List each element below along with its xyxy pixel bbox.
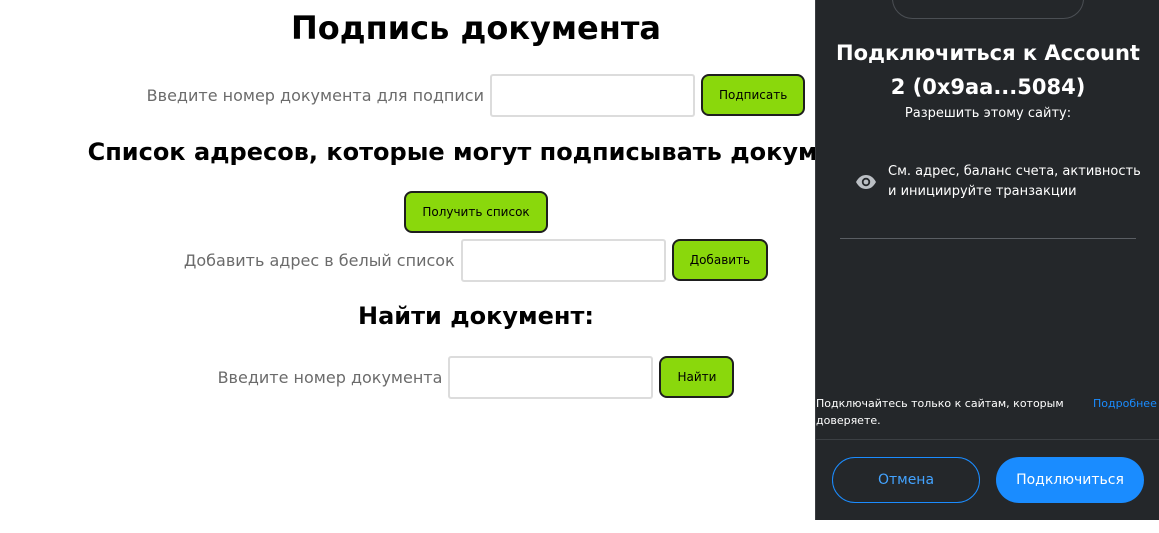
- connect-title: Подключиться к Account 2 (0x9aa...5084): [816, 36, 1159, 104]
- divider: [840, 238, 1136, 239]
- sign-button[interactable]: Подписать: [700, 74, 806, 116]
- dapp-page: Подпись документа Введите номер документ…: [0, 0, 815, 533]
- add-button[interactable]: Добавить: [671, 239, 769, 281]
- sign-row: Введите номер документа для подписи Подп…: [0, 73, 815, 117]
- learn-more-link[interactable]: Подробнее: [1093, 395, 1157, 412]
- permissions-subtitle: Разрешить этому сайту:: [904, 106, 1072, 121]
- find-document-heading: Найти документ:: [358, 302, 594, 330]
- add-address-label: Добавить адрес в белый список: [183, 250, 455, 270]
- find-button[interactable]: Найти: [659, 356, 735, 398]
- find-label: Введите номер документа: [217, 367, 443, 387]
- cancel-button[interactable]: Отмена: [832, 457, 980, 503]
- permission-text: См. адрес, баланс счета, активность и ин…: [888, 164, 1141, 199]
- whitelist-heading: Список адресов, которые могут подписыват…: [87, 138, 815, 166]
- page-title: Подпись документа: [291, 9, 661, 47]
- get-list-row: Получить список: [0, 190, 815, 234]
- trust-note: Подключайтесь только к сайтам, которым д…: [816, 397, 1064, 427]
- permission-item: См. адрес, баланс счета, активность и ин…: [854, 162, 1144, 202]
- connect-title-line1: Подключиться к Account: [836, 41, 1140, 65]
- eye-icon: [854, 170, 878, 194]
- connect-button[interactable]: Подключиться: [996, 457, 1144, 503]
- sign-label: Введите номер документа для подписи: [146, 85, 484, 105]
- find-document-input[interactable]: [448, 355, 654, 399]
- sign-document-input[interactable]: [489, 73, 695, 117]
- add-address-row: Добавить адрес в белый список Добавить: [0, 238, 815, 282]
- connect-title-line2: 2 (0x9aa...5084): [890, 75, 1086, 99]
- get-list-button[interactable]: Получить список: [404, 191, 548, 233]
- account-pill[interactable]: [892, 0, 1084, 19]
- footer-divider: [816, 439, 1159, 440]
- find-row: Введите номер документа Найти: [0, 355, 815, 399]
- add-address-input[interactable]: [460, 238, 666, 282]
- wallet-connect-popup: Подключиться к Account 2 (0x9aa...5084) …: [815, 0, 1159, 520]
